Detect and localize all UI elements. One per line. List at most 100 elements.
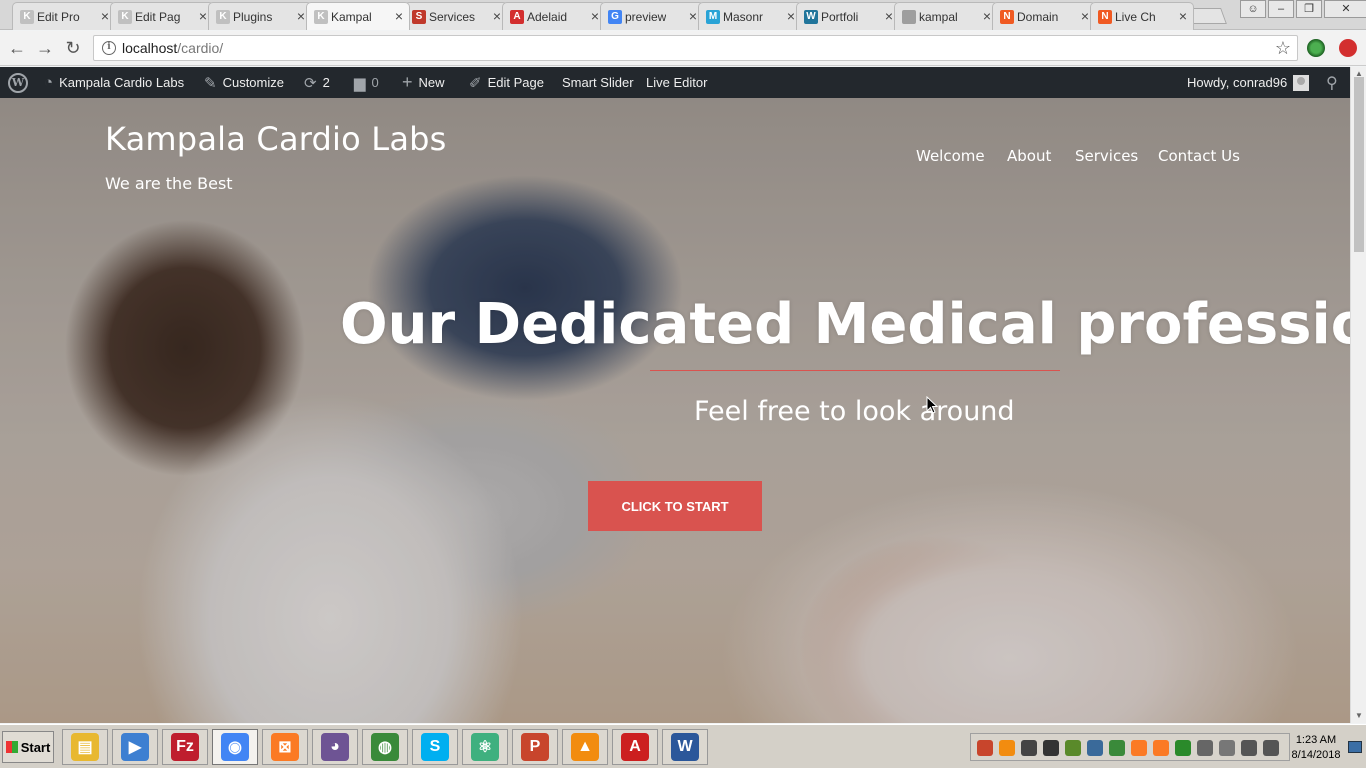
- taskbar-github-button[interactable]: ◕: [312, 729, 358, 765]
- tab-favicon-icon: M: [706, 10, 720, 24]
- taskbar-atom-button[interactable]: ⚛: [462, 729, 508, 765]
- tab-title: Masonr: [723, 9, 764, 24]
- nav-welcome[interactable]: Welcome: [916, 147, 985, 165]
- admin-comments[interactable]: ▆ 0: [354, 67, 379, 98]
- tray-icon[interactable]: [1131, 740, 1147, 756]
- tab-title: Services: [429, 9, 476, 24]
- page-scrollbar[interactable]: ▲ ▼: [1350, 67, 1366, 723]
- nav-services[interactable]: Services: [1075, 147, 1138, 165]
- browser-tab[interactable]: K Plugins ×: [208, 2, 312, 30]
- tab-close-icon[interactable]: ×: [297, 8, 305, 24]
- tray-icon[interactable]: [1087, 740, 1103, 756]
- close-window-button[interactable]: ✕: [1324, 0, 1366, 18]
- taskbar-file-explorer-button[interactable]: ▤: [62, 729, 108, 765]
- tab-close-icon[interactable]: ×: [983, 8, 991, 24]
- taskbar-xampp-button[interactable]: ⊠: [262, 729, 308, 765]
- admin-search-icon[interactable]: ⚲: [1326, 67, 1338, 98]
- tab-close-icon[interactable]: ×: [1179, 8, 1187, 24]
- admin-smart-slider[interactable]: Smart Slider: [562, 67, 634, 98]
- admin-new[interactable]: + New: [402, 67, 445, 98]
- browser-tab[interactable]: N Domain ×: [992, 2, 1096, 30]
- tab-favicon-icon: A: [510, 10, 524, 24]
- tray-icon[interactable]: [1153, 740, 1169, 756]
- tray-icon[interactable]: [1219, 740, 1235, 756]
- system-tray: [970, 733, 1290, 761]
- tab-title: Edit Pag: [135, 9, 181, 24]
- admin-live-editor[interactable]: Live Editor: [646, 67, 707, 98]
- browser-tab[interactable]: kampal ×: [894, 2, 998, 30]
- tab-close-icon[interactable]: ×: [101, 8, 109, 24]
- wordpress-logo-icon[interactable]: W: [8, 67, 34, 98]
- info-icon[interactable]: i: [102, 41, 116, 55]
- extension-globe-icon[interactable]: [1307, 39, 1325, 57]
- tab-close-icon[interactable]: ×: [1081, 8, 1089, 24]
- tray-icon[interactable]: [1021, 740, 1037, 756]
- avatar: [1293, 74, 1310, 91]
- admin-edit-page[interactable]: ✐ Edit Page: [469, 67, 544, 98]
- browser-tab[interactable]: N Live Ch ×: [1090, 2, 1194, 30]
- chrome-icon: ◉: [221, 733, 249, 761]
- tray-icon[interactable]: [1109, 740, 1125, 756]
- tray-icon[interactable]: [1043, 740, 1059, 756]
- tab-close-icon[interactable]: ×: [591, 8, 599, 24]
- browser-tab[interactable]: K Kampal ×: [306, 2, 410, 30]
- taskbar-network-globe-button[interactable]: ◍: [362, 729, 408, 765]
- tab-title: Portfoli: [821, 9, 859, 24]
- taskbar-word-button[interactable]: W: [662, 729, 708, 765]
- admin-customize[interactable]: ✎ Customize: [204, 67, 284, 98]
- taskbar-skype-button[interactable]: S: [412, 729, 458, 765]
- admin-site-name[interactable]: ◔ Kampala Cardio Labs: [44, 67, 184, 98]
- site-title[interactable]: Kampala Cardio Labs: [105, 120, 447, 158]
- maximize-button[interactable]: ❐: [1296, 0, 1322, 18]
- system-clock[interactable]: 1:23 AM 8/14/2018: [1288, 733, 1344, 763]
- tab-close-icon[interactable]: ×: [885, 8, 893, 24]
- tab-close-icon[interactable]: ×: [199, 8, 207, 24]
- tray-icon[interactable]: [1065, 740, 1081, 756]
- admin-updates[interactable]: ⟳ 2: [304, 67, 330, 98]
- click-to-start-button[interactable]: CLICK TO START: [588, 481, 762, 531]
- minimize-button[interactable]: –: [1268, 0, 1294, 18]
- show-desktop-icon[interactable]: [1348, 741, 1362, 753]
- extension-adblock-icon[interactable]: [1339, 39, 1357, 57]
- taskbar-chrome-button[interactable]: ◉: [212, 729, 258, 765]
- media-player-icon: ▶: [121, 733, 149, 761]
- tab-close-icon[interactable]: ×: [689, 8, 697, 24]
- taskbar-vlc-button[interactable]: ▲: [562, 729, 608, 765]
- start-button[interactable]: Start: [2, 731, 54, 763]
- tab-favicon-icon: G: [608, 10, 622, 24]
- browser-tab[interactable]: M Masonr ×: [698, 2, 802, 30]
- browser-tab[interactable]: K Edit Pro ×: [12, 2, 116, 30]
- tray-icon[interactable]: [999, 740, 1015, 756]
- bookmark-star-icon[interactable]: ☆: [1275, 38, 1291, 59]
- nav-about[interactable]: About: [1007, 147, 1051, 165]
- word-icon: W: [671, 733, 699, 761]
- admin-site-name-label: Kampala Cardio Labs: [59, 75, 185, 90]
- reload-icon[interactable]: ↻: [62, 37, 84, 59]
- hero-divider: [650, 370, 1060, 371]
- back-arrow-icon[interactable]: ←: [6, 37, 28, 59]
- browser-tab[interactable]: W Portfoli ×: [796, 2, 900, 30]
- tray-icon[interactable]: [1175, 740, 1191, 756]
- browser-tab[interactable]: A Adelaid ×: [502, 2, 606, 30]
- tab-close-icon[interactable]: ×: [787, 8, 795, 24]
- browser-tab[interactable]: S Services ×: [404, 2, 508, 30]
- scroll-thumb[interactable]: [1354, 77, 1364, 252]
- scroll-down-icon[interactable]: ▼: [1355, 711, 1363, 720]
- tab-close-icon[interactable]: ×: [493, 8, 501, 24]
- tray-icon[interactable]: [977, 740, 993, 756]
- admin-account[interactable]: Howdy, conrad96: [1187, 67, 1310, 98]
- forward-arrow-icon[interactable]: →: [34, 37, 56, 59]
- taskbar-media-player-button[interactable]: ▶: [112, 729, 158, 765]
- nav-contact-us[interactable]: Contact Us: [1158, 147, 1240, 165]
- tray-icon[interactable]: [1263, 740, 1279, 756]
- tray-icon[interactable]: [1241, 740, 1257, 756]
- taskbar-acrobat-button[interactable]: A: [612, 729, 658, 765]
- browser-tab[interactable]: K Edit Pag ×: [110, 2, 214, 30]
- tray-icon[interactable]: [1197, 740, 1213, 756]
- tab-close-icon[interactable]: ×: [395, 8, 403, 24]
- taskbar-filezilla-button[interactable]: Fz: [162, 729, 208, 765]
- user-profile-icon[interactable]: ☺: [1240, 0, 1266, 18]
- taskbar-postman-button[interactable]: P: [512, 729, 558, 765]
- browser-tab[interactable]: Gpreview ×: [600, 2, 704, 30]
- address-bar[interactable]: i localhost/cardio/ ☆: [93, 35, 1298, 61]
